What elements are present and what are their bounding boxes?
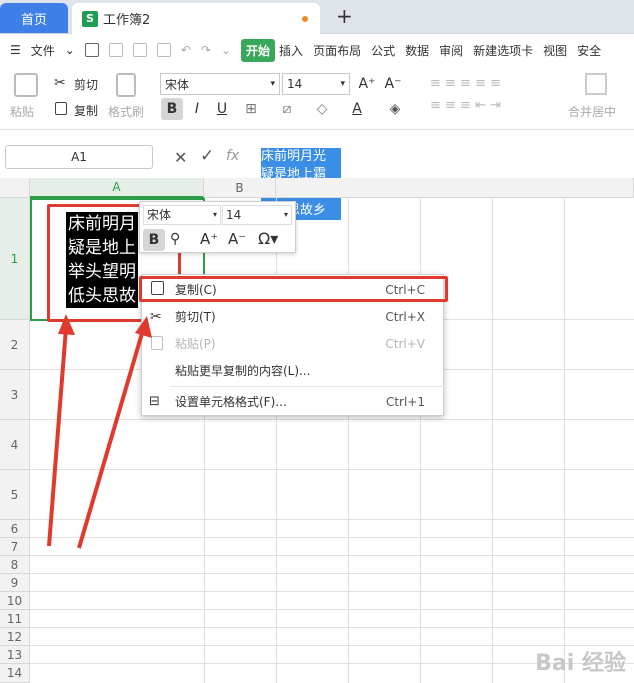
fill-color-icon[interactable]: ◇ [311,98,333,120]
menu-formula[interactable]: 公式 [371,42,395,59]
more-icon[interactable]: ⌄ [221,43,231,57]
menu-bar: ☰ 文件 ⌄ ↶ ↷ ⌄ 开始 插入 页面布局 公式 数据 审阅 新建选项卡 视… [0,35,634,65]
save-icon[interactable] [84,43,99,57]
spreadsheet-grid: A B 1 2 3 4 5 6 7 8 9 10 11 12 13 14 床前明… [0,178,634,683]
ribbon: 粘贴 ✂ 剪切 复制 格式刷 宋体 ▾ 14 ▾ A⁺ A⁻ B I U ⊞ ⧄ ◇… [0,65,634,130]
increase-font-icon[interactable]: A⁺ [356,73,378,95]
name-box-value: A1 [71,150,87,164]
font-name-select[interactable]: 宋体 ▾ [160,73,280,95]
chevron-down-icon[interactable]: ⌄ [65,43,75,57]
arrow-head [58,314,75,335]
underline-icon[interactable]: U [211,98,233,120]
hamburger-icon[interactable]: ☰ [10,43,21,57]
watermark: Bai 经验 [535,651,626,676]
alignment-group[interactable]: ≡ ≡ ≡ ≡ ≡ ≡ ≡ ≡ ⇤ ⇥ [430,73,550,123]
new-tab-button[interactable]: + [336,4,353,28]
font-size-select[interactable]: 14 ▾ [282,73,350,95]
menu-start[interactable]: 开始 [241,38,276,62]
cut-button[interactable]: 剪切 [74,76,98,93]
menu-view[interactable]: 视图 [543,42,567,59]
menu-data[interactable]: 数据 [405,42,429,59]
merge-icon[interactable] [585,73,607,95]
italic-icon[interactable]: I [186,98,208,120]
copy-icon[interactable] [55,102,67,115]
name-box[interactable]: A1 [5,145,153,169]
redo-icon[interactable]: ↷ [201,43,211,57]
diagonal-border-icon[interactable]: ⧄ [276,98,298,120]
decrease-font-icon[interactable]: A⁻ [382,73,404,95]
font-color-icon[interactable]: A [346,98,368,120]
bold-icon[interactable]: B [161,98,183,120]
format-painter-label[interactable]: 格式刷 [108,103,144,120]
print-icon[interactable] [132,43,147,57]
chevron-down-icon: ▾ [270,79,275,89]
menu-file[interactable]: 文件 [31,42,55,59]
formula-line: 床前明月光 [261,149,327,164]
chevron-down-icon: ▾ [340,79,345,89]
paste-label[interactable]: 粘贴 [10,103,34,120]
tab-bar: 首页 S 工作簿2 + [0,0,634,34]
preview-icon[interactable] [156,43,171,57]
cut-icon[interactable]: ✂ [54,75,66,91]
annotation-arrows [47,314,152,549]
border-icon[interactable]: ⊞ [240,98,262,120]
font-name-value: 宋体 [165,77,190,92]
format-painter-icon[interactable] [116,73,136,97]
arrow-head [135,316,152,338]
confirm-icon[interactable]: ✓ [200,146,214,166]
eraser-icon[interactable]: ◈ [384,98,406,120]
export-icon[interactable] [108,43,123,57]
tab-workbook[interactable]: S 工作簿2 [72,3,320,34]
font-size-value: 14 [287,77,303,91]
unsaved-dot-icon [302,16,308,22]
spreadsheet-icon: S [82,10,98,27]
menu-new-tab[interactable]: 新建选项卡 [473,42,533,59]
fx-icon[interactable]: fx [226,148,239,164]
merge-center-button[interactable]: 合并居中 [568,103,616,120]
paste-icon[interactable] [14,73,38,97]
menu-review[interactable]: 审阅 [439,42,463,59]
tab-home[interactable]: 首页 [0,3,68,33]
menu-insert[interactable]: 插入 [279,42,303,59]
arrow-line [77,329,145,549]
tab-workbook-label: 工作簿2 [103,13,151,28]
menu-security[interactable]: 安全 [577,42,601,59]
menu-page-layout[interactable]: 页面布局 [313,42,361,59]
arrow-line [47,327,68,547]
cancel-icon[interactable]: ✕ [174,148,187,167]
undo-icon[interactable]: ↶ [181,43,191,57]
copy-button[interactable]: 复制 [74,102,98,119]
formula-bar: A1 ✕ ✓ fx 床前明月光 疑是地上霜 举头望明月 低头思故乡 [0,140,634,220]
